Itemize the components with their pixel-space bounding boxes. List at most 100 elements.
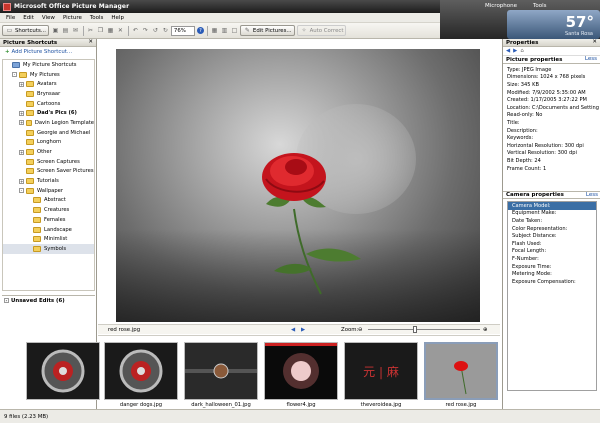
- tools-button[interactable]: Tools: [533, 3, 547, 9]
- folder-icon: [26, 187, 34, 194]
- tree-item[interactable]: Brynsaar: [3, 89, 94, 99]
- copy-icon[interactable]: ❐: [96, 26, 105, 35]
- tree-item-label: Wallpaper: [37, 187, 63, 194]
- folder-icon: [26, 149, 34, 156]
- tree-item[interactable]: Creatures: [3, 205, 94, 215]
- back-icon[interactable]: ◀: [506, 48, 510, 54]
- microphone-button[interactable]: Microphone: [485, 3, 517, 9]
- section-title: Camera properties: [506, 192, 564, 198]
- tree-item[interactable]: Cartoons: [3, 99, 94, 109]
- print-icon[interactable]: ▤: [61, 26, 70, 35]
- unsaved-edits[interactable]: - Unsaved Edits (6): [2, 295, 95, 305]
- camera-property-row: Focal Length:: [512, 248, 547, 255]
- redo-icon[interactable]: ↷: [141, 26, 150, 35]
- zoom-slider-thumb[interactable]: [413, 326, 418, 333]
- camera-property-row: Metering Mode:: [512, 271, 552, 278]
- close-icon[interactable]: ✕: [88, 39, 93, 45]
- tree-item[interactable]: Minimlist: [3, 234, 94, 244]
- tree-item-label: Dad's Pics (6): [37, 110, 77, 117]
- tree-item[interactable]: + Other: [3, 147, 94, 157]
- thumbnail-caption: danger dogs.jpg: [119, 402, 163, 408]
- zoom-in-icon[interactable]: ⊕: [483, 327, 488, 333]
- toolbar-separator: [206, 25, 208, 36]
- tree-item[interactable]: + Davin Legion Template: [3, 118, 94, 128]
- tree-item-label: Abstract: [44, 197, 66, 204]
- weather-gadget[interactable]: 57° Santa Rosa: [507, 10, 600, 39]
- paste-icon[interactable]: ▦: [106, 26, 115, 35]
- shortcuts-button[interactable]: ▭ Shortcuts...: [2, 25, 49, 36]
- tree-item-label: Creatures: [44, 207, 70, 214]
- rotate-right-icon[interactable]: ↻: [161, 26, 170, 35]
- home-icon[interactable]: ⌂: [520, 48, 523, 54]
- zoom-input[interactable]: 76%: [170, 25, 195, 36]
- forward-icon[interactable]: ▶: [513, 48, 517, 54]
- collapse-icon[interactable]: -: [19, 188, 24, 194]
- collapse-icon[interactable]: -: [12, 72, 17, 78]
- menu-view[interactable]: View: [42, 15, 55, 21]
- filmstrip-thumbnail[interactable]: [264, 342, 338, 400]
- filmstrip-thumbnail[interactable]: [26, 342, 100, 400]
- expand-icon[interactable]: +: [19, 120, 24, 126]
- tree-item[interactable]: Screen Captures: [3, 157, 94, 167]
- tree-item-label: Cartoons: [37, 100, 61, 107]
- view-filmstrip-icon[interactable]: ▥: [220, 26, 229, 35]
- main-photo[interactable]: [116, 49, 480, 322]
- mail-icon[interactable]: ✉: [71, 26, 80, 35]
- less-link[interactable]: Less: [586, 192, 598, 198]
- add-picture-shortcut-link[interactable]: + Add Picture Shortcut...: [0, 47, 96, 57]
- view-single-icon[interactable]: □: [230, 26, 239, 35]
- tree-item[interactable]: Abstract: [3, 196, 94, 206]
- thumbnail-caption: red rose.jpg: [445, 402, 477, 408]
- filmstrip-thumbnail[interactable]: [104, 342, 178, 400]
- tree-item[interactable]: - Wallpaper: [3, 186, 94, 196]
- help-icon[interactable]: ?: [196, 27, 204, 34]
- menu-picture[interactable]: Picture: [63, 15, 82, 21]
- expand-icon[interactable]: +: [19, 149, 24, 155]
- picture-viewer: red rose.jpg ◀ ▶ Zoom: ⊖ ⊕ danger dogs.j…: [26, 39, 500, 409]
- status-bar: 9 files (2.23 MB): [0, 409, 600, 423]
- view-thumbnails-icon[interactable]: ▦: [210, 26, 219, 35]
- filmstrip-thumbnail[interactable]: 元 | 麻: [344, 342, 418, 400]
- tree-item[interactable]: Screen Saver Pictures: [3, 167, 94, 177]
- save-icon[interactable]: ▣: [51, 26, 60, 35]
- folder-icon: [33, 207, 41, 214]
- zoom-out-icon[interactable]: ⊖: [358, 327, 363, 333]
- tree-item[interactable]: - My Pictures: [3, 70, 94, 80]
- auto-correct-button[interactable]: ✧ Auto Correct: [296, 25, 347, 36]
- filmstrip-thumbnail[interactable]: [424, 342, 498, 400]
- previous-arrow-icon[interactable]: ◀: [291, 327, 295, 333]
- menu-help[interactable]: Help: [111, 15, 124, 21]
- tree-item[interactable]: + Tutorials: [3, 176, 94, 186]
- property-row: Bit Depth: 24: [507, 157, 541, 164]
- edit-pictures-button[interactable]: ✎ Edit Pictures...: [239, 25, 295, 36]
- viewer-status-bar: red rose.jpg ◀ ▶ Zoom: ⊖ ⊕: [98, 324, 500, 334]
- rotate-left-icon[interactable]: ↺: [151, 26, 160, 35]
- edit-icon: ✎: [244, 27, 250, 34]
- tree-item[interactable]: Longhorn: [3, 138, 94, 148]
- expand-icon[interactable]: +: [19, 178, 24, 184]
- cut-icon[interactable]: ✂: [86, 26, 95, 35]
- undo-icon[interactable]: ↶: [131, 26, 140, 35]
- tree-item[interactable]: + Dad's Pics (6): [3, 108, 94, 118]
- expand-icon[interactable]: +: [19, 110, 24, 116]
- tree-item[interactable]: My Picture Shortcuts: [3, 60, 94, 70]
- tree-item[interactable]: + Avatars: [3, 79, 94, 89]
- expand-icon[interactable]: +: [19, 81, 24, 87]
- tree-item[interactable]: Females: [3, 215, 94, 225]
- menu-edit[interactable]: Edit: [23, 15, 34, 21]
- filmstrip-thumbnail[interactable]: [184, 342, 258, 400]
- zoom-slider[interactable]: [368, 326, 480, 333]
- next-arrow-icon[interactable]: ▶: [301, 327, 305, 333]
- tree-item[interactable]: Georgie and Michael: [3, 128, 94, 138]
- collapse-icon[interactable]: -: [4, 298, 9, 303]
- delete-icon[interactable]: ✕: [116, 26, 125, 35]
- pane-title: Picture Shortcuts: [3, 39, 58, 46]
- menu-file[interactable]: File: [6, 15, 15, 21]
- less-link[interactable]: Less: [585, 56, 597, 62]
- property-row: Modified: 7/9/2002 5:35:00 AM: [507, 89, 586, 96]
- folder-icon: [33, 236, 41, 243]
- menu-tools[interactable]: Tools: [90, 15, 104, 21]
- tree-item[interactable]: Symbols: [3, 244, 94, 254]
- tree-item[interactable]: Landscape: [3, 225, 94, 235]
- close-icon[interactable]: ✕: [592, 39, 597, 45]
